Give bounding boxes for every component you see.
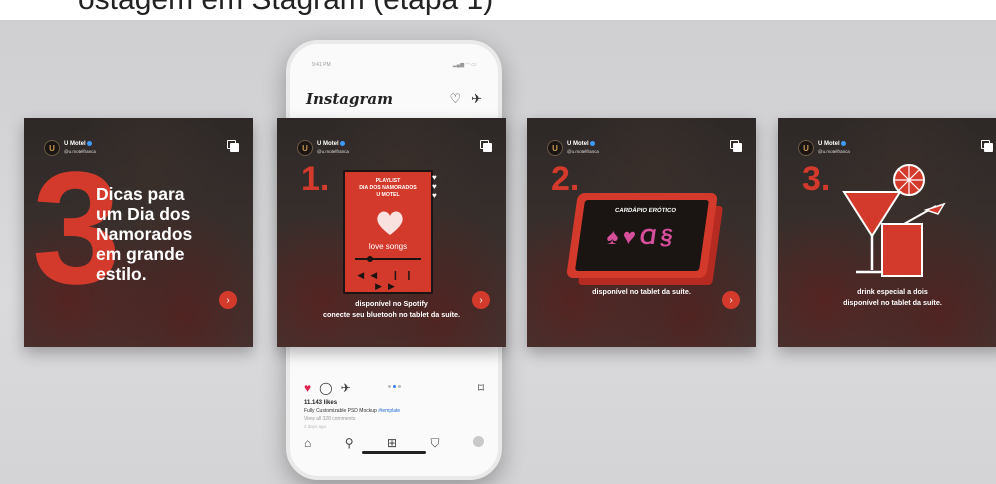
tablet-menu-title: CARDÁPIO ERÓTICO — [614, 208, 677, 214]
multi-image-icon — [981, 140, 993, 152]
caption-hashtag[interactable]: #template — [378, 408, 400, 414]
progress-handle[interactable] — [367, 256, 373, 262]
step-number: 3. — [802, 160, 831, 198]
caption-bar: ostagem em Stagram (etapa 1) — [0, 0, 996, 20]
motel-logo: U — [297, 140, 313, 156]
motel-logo: U — [798, 140, 814, 156]
status-bar: 9:41 PM ▂▄▆ ◠ ▭ — [312, 62, 476, 68]
next-arrow-icon[interactable]: › — [472, 291, 490, 309]
bottom-tab-bar: ⌂ ⚲ ⊞ ⛉ — [304, 436, 484, 451]
brand-handle: @u.motelfranca — [567, 149, 599, 155]
home-indicator — [362, 451, 426, 454]
shop-icon[interactable]: ⛉ — [431, 436, 440, 451]
brand-handle: @u.motelfranca — [317, 149, 349, 155]
carousel-panel-3[interactable]: U U Motel @u.motelfranca 2. CARDÁPIO ERÓT… — [527, 118, 756, 347]
panel-caption: drink especial a dois disponível no table… — [843, 287, 942, 307]
motel-logo: U — [547, 140, 563, 156]
brand-name: U Motel — [567, 140, 599, 148]
post-caption: Fully Customizable PSD Mockup #template — [304, 408, 484, 414]
cocktail-drinks-icon — [842, 164, 946, 277]
floating-hearts-icon: ♥ ♥ ♥ — [432, 173, 437, 200]
playlist-title: PLAYLIST DIA DOS NAMORADOS U MOTEL — [359, 178, 417, 198]
player-controls[interactable]: ◀◀ ❙❙ ▶▶ — [345, 270, 431, 292]
panel-headline: Dicas para um Dia dos Namorados em grande es… — [96, 184, 193, 284]
step-number: 2. — [551, 160, 580, 198]
next-arrow-icon[interactable]: › — [722, 291, 740, 309]
verified-icon — [840, 140, 846, 146]
header-icons: ♡ ✈ — [449, 91, 482, 107]
instagram-header: Instagram ♡ ✈ — [306, 90, 482, 108]
panel-caption: disponível no tablet da suíte. — [592, 287, 691, 296]
multi-image-icon — [480, 140, 492, 152]
song-label: love songs — [368, 242, 408, 251]
like-heart-icon[interactable]: ♥ — [304, 381, 311, 395]
multi-image-icon — [730, 140, 742, 152]
post-time: 2 days ago — [304, 424, 327, 429]
status-time: 9:41 PM — [312, 62, 331, 68]
comment-icon[interactable]: ◯ — [319, 381, 332, 395]
brand-header: U U Motel @u.motelfranca — [297, 140, 349, 156]
status-icons: ▂▄▆ ◠ ▭ — [452, 62, 476, 68]
progress-bar[interactable] — [355, 258, 421, 260]
action-icons: ♥ ◯ ✈ — [304, 381, 478, 395]
step-number: 1. — [301, 160, 330, 198]
tablet-illustration: CARDÁPIO ERÓTICO ♠♥Ɑ§ — [566, 193, 718, 278]
carousel-panel-2[interactable]: U U Motel @u.motelfranca 1. PLAYLIST DIA D… — [277, 118, 506, 347]
tablet-menu-items: ♠♥Ɑ§ — [605, 224, 679, 249]
home-icon[interactable]: ⌂ — [304, 436, 311, 451]
likes-count[interactable]: 11.143 likes — [304, 400, 337, 406]
bookmark-icon[interactable]: ⌑ — [478, 381, 484, 395]
playlist-card: PLAYLIST DIA DOS NAMORADOS U MOTEL love so… — [343, 170, 433, 294]
add-post-icon[interactable]: ⊞ — [387, 436, 397, 451]
post-actions: ♥ ◯ ✈ ⌑ — [304, 381, 484, 395]
brand-name: U Motel — [317, 140, 349, 148]
hearts-icon — [377, 211, 403, 235]
view-comments-link[interactable]: View all 328 comments — [304, 416, 355, 422]
profile-avatar-icon[interactable] — [473, 436, 484, 447]
verified-icon — [589, 140, 595, 146]
send-icon[interactable]: ✈ — [471, 91, 482, 107]
search-icon[interactable]: ⚲ — [345, 436, 354, 451]
brand-header: U U Motel @u.motelfranca — [547, 140, 599, 156]
mockup-scene: 9:41 PM ▂▄▆ ◠ ▭ Instagram ♡ ✈ username ⋮… — [0, 20, 996, 484]
heart-icon[interactable]: ♡ — [449, 91, 461, 107]
carousel-panel-4[interactable]: U U Motel @u.motelfranca 3. drink especia… — [778, 118, 996, 347]
multi-image-icon — [227, 140, 239, 152]
caption-body: Fully Customizable PSD Mockup — [304, 408, 377, 414]
carousel-panel-1[interactable]: U U Motel @u.motelfranca 3 Dicas para um D… — [24, 118, 253, 347]
share-send-icon[interactable]: ✈ — [341, 381, 351, 395]
brand-name: U Motel — [818, 140, 850, 148]
instagram-logo[interactable]: Instagram — [306, 90, 393, 108]
verified-icon — [339, 140, 345, 146]
next-arrow-icon[interactable]: › — [219, 291, 237, 309]
caption-text: ostagem em Stagram (etapa 1) — [78, 0, 493, 17]
carousel-dots — [388, 385, 401, 388]
